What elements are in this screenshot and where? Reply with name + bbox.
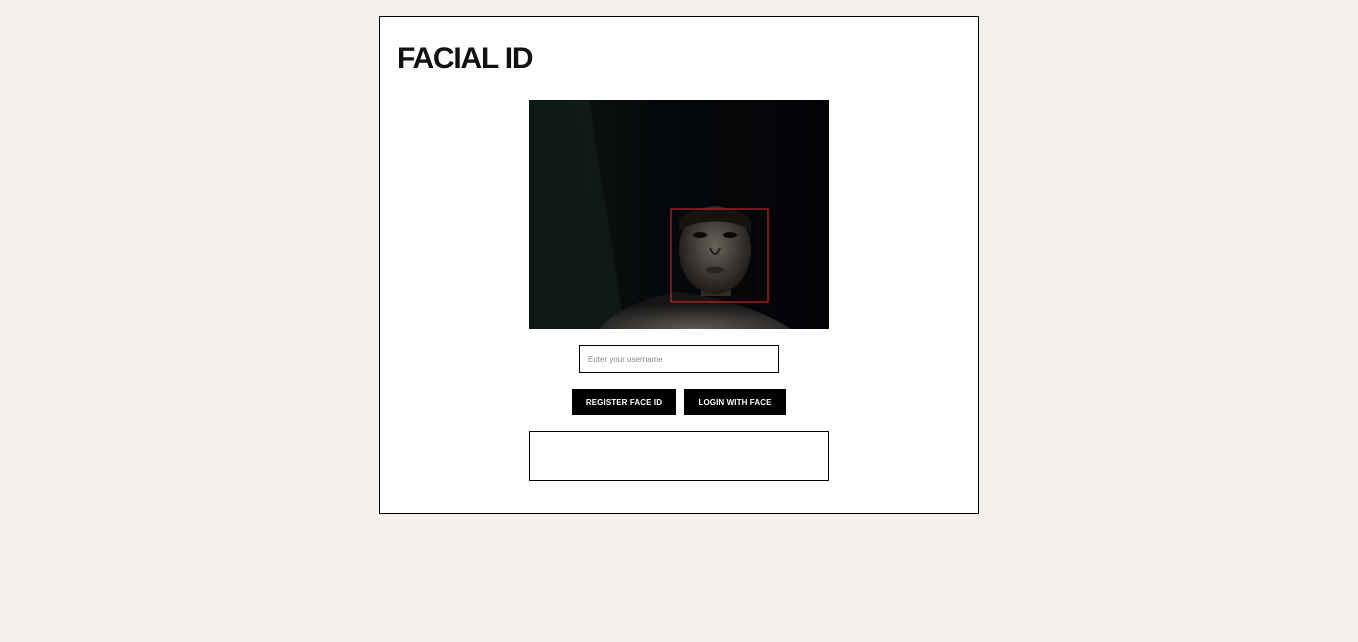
- username-input[interactable]: [579, 345, 779, 373]
- result-message-box: [529, 431, 829, 481]
- camera-video-feed: [529, 100, 829, 329]
- page-title: FACIAL ID: [397, 42, 534, 75]
- facial-id-card: FACIAL ID Enter your username REGISTER F…: [379, 16, 979, 514]
- login-with-face-button[interactable]: LOGIN WITH FACE: [684, 389, 786, 415]
- register-face-id-button[interactable]: REGISTER FACE ID: [572, 389, 676, 415]
- camera-frame: [529, 100, 829, 329]
